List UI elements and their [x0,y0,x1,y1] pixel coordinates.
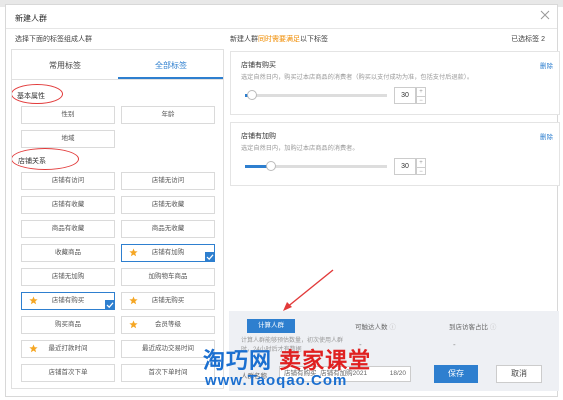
red-circle-annotation [12,84,63,104]
char-count: 18/20 [389,370,406,377]
tag-favorite-items[interactable]: 收藏商品 [21,244,115,262]
reach-label: 可触达人数 ⓘ [355,324,396,331]
condition-card: 店铺有加购 选定自然日内，加购过本店商品的消费者。 删除 30 + − [230,122,560,186]
left-subtitle: 选择下面的标签组成人群 [15,36,92,43]
slider-handle[interactable] [247,90,258,100]
tag-cart-items[interactable]: 加购物车商品 [121,268,215,286]
tag-label: 店铺无购买 [151,297,185,304]
tag-shop-not-purchased[interactable]: 店铺无购买 [121,292,215,310]
tag-shop-no-cart[interactable]: 店铺无加购 [21,268,115,286]
tab-all-tags[interactable]: 全部标签 [118,60,223,71]
selected-count: 已选标签 2 [511,36,545,43]
tag-shop-has-cart[interactable]: 店铺有加购 [121,244,215,262]
tab-common-tags[interactable]: 常用标签 [12,60,118,71]
days-input[interactable]: 30 [394,87,416,104]
tag-shop-not-favorited[interactable]: 店铺无收藏 [121,196,215,214]
tag-label: 店铺有购买 [51,297,85,304]
close-icon[interactable] [539,9,551,21]
watermark-brand: 淘巧网 卖家课堂 [203,348,372,373]
delete-link[interactable]: 删除 [540,131,553,141]
tag-label: 会员等级 [155,321,181,328]
tag-panel: 常用标签 全部标签 基本属性 性别 年龄 地域 店铺关系 店铺有访问 店铺无访问… [11,49,224,389]
tag-shop-not-visited[interactable]: 店铺无访问 [121,172,215,190]
calc-audience-button[interactable]: 计算人群 [247,319,295,333]
tag-recent-trade[interactable]: 最近成功交易时间 [121,340,215,358]
condition-name: 店铺有加购 [241,133,276,140]
visitor-ratio-label: 到店访客占比 ⓘ [449,324,497,331]
tag-member-level[interactable]: 会员等级 [121,316,215,334]
star-icon [129,296,138,305]
cancel-button[interactable]: 取消 [496,365,542,383]
watermark-url: www.Taoqao.Com [205,372,348,389]
tag-label: 最近打款时间 [48,345,88,352]
tag-recent-open[interactable]: 最近打款时间 [21,340,115,358]
red-circle-annotation-2 [12,148,79,170]
tag-region[interactable]: 地域 [21,130,115,148]
slider-handle[interactable] [265,161,276,171]
new-audience-dialog: 新建人群 选择下面的标签组成人群 新建人群同时需要满足以下标签 已选标签 2 常… [5,4,560,397]
plus-icon[interactable]: + [417,88,425,96]
tag-tabs: 常用标签 全部标签 [12,50,223,80]
star-icon [29,344,38,353]
tag-age[interactable]: 年龄 [121,106,215,124]
days-input[interactable]: 30 [394,158,416,175]
tag-first-order-time[interactable]: 首次下单时间 [121,364,215,382]
right-subtitle-highlight: 同时需要满足 [258,36,300,43]
dialog-header: 新建人群 [6,5,557,29]
check-icon [205,252,215,262]
check-icon [105,300,115,310]
right-subtitle-suffix: 以下标签 [300,36,328,43]
tag-item-favorited[interactable]: 商品有收藏 [21,220,115,238]
condition-desc: 选定自然日内，购买过本店商品的消费者（购买以支付成功为准，包括支付后退款）。 [241,74,474,81]
dialog-title: 新建人群 [15,14,47,23]
star-icon [129,248,138,257]
tag-label: 店铺有加购 [151,249,185,256]
condition-card: 店铺有购买 选定自然日内，购买过本店商品的消费者（购买以支付成功为准，包括支付后… [230,51,560,115]
tag-shop-visited[interactable]: 店铺有访问 [21,172,115,190]
delete-link[interactable]: 删除 [540,60,553,70]
tag-gender[interactable]: 性别 [21,106,115,124]
tag-item-not-favorited[interactable]: 商品无收藏 [121,220,215,238]
days-slider[interactable] [245,90,387,100]
condition-desc: 选定自然日内，加购过本店商品的消费者。 [241,145,359,152]
minus-icon[interactable]: − [417,96,425,104]
tag-shop-first-order[interactable]: 店铺首次下单 [21,364,115,382]
minus-icon[interactable]: − [417,167,425,175]
tag-shop-favorited[interactable]: 店铺有收藏 [21,196,115,214]
visitor-ratio-value: - [453,340,456,349]
save-button[interactable]: 保存 [434,365,478,383]
right-subtitle: 新建人群同时需要满足以下标签 [230,34,328,44]
star-icon [129,320,138,329]
days-slider[interactable] [245,161,387,171]
right-subtitle-prefix: 新建人群 [230,36,258,43]
plus-icon[interactable]: + [417,159,425,167]
days-stepper[interactable]: + − [416,87,426,104]
star-icon [29,296,38,305]
condition-name: 店铺有购买 [241,62,276,69]
tag-shop-purchased[interactable]: 店铺有购买 [21,292,115,310]
days-stepper[interactable]: + − [416,158,426,175]
tag-purchased-items[interactable]: 购买商品 [21,316,115,334]
active-tab-indicator [118,77,223,79]
